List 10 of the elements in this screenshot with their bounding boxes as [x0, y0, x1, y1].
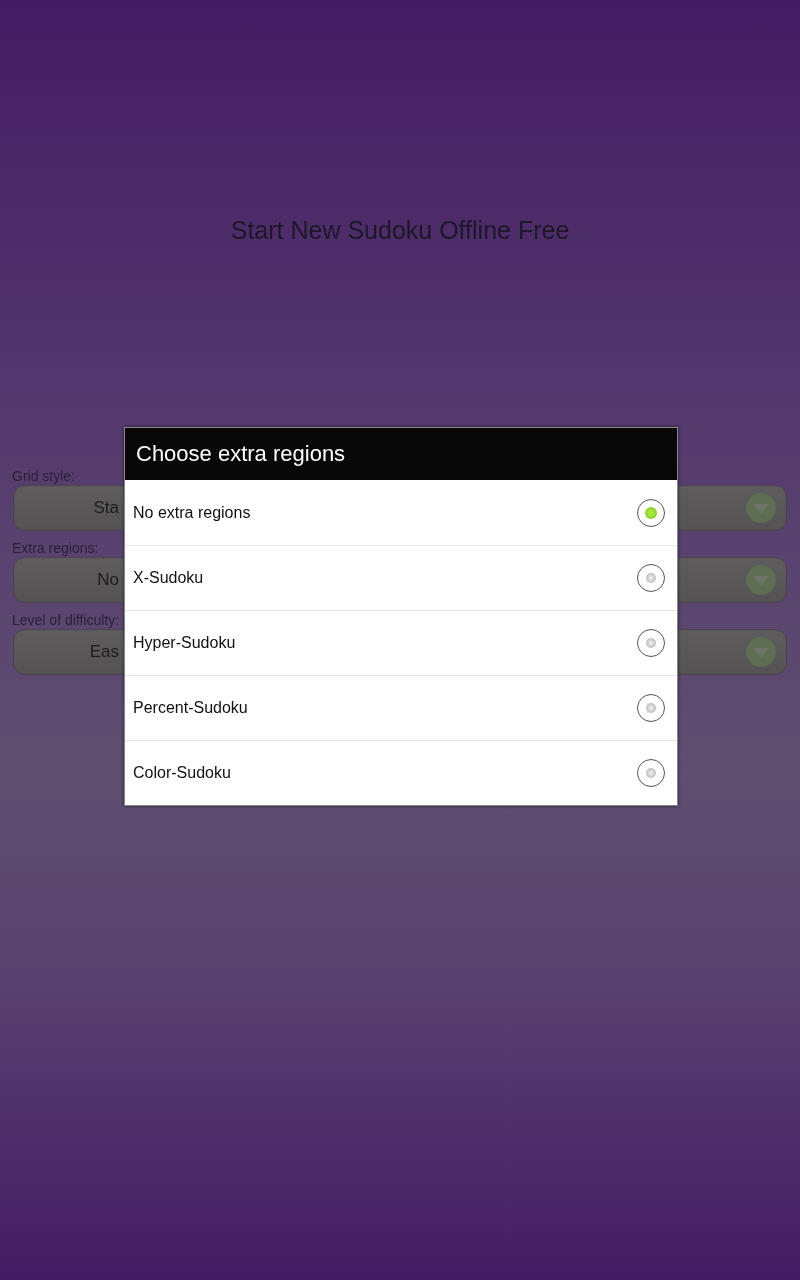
- field-label: Level of difficulty:: [12, 611, 121, 629]
- field-label: Extra regions:: [12, 539, 100, 557]
- option-row[interactable]: Color-Sudoku: [125, 740, 677, 805]
- option-row[interactable]: X-Sudoku: [125, 545, 677, 610]
- screen-title: Start New Sudoku Offline Free: [230, 216, 570, 245]
- option-row[interactable]: Hyper-Sudoku: [125, 610, 677, 675]
- option-row[interactable]: Percent-Sudoku: [125, 675, 677, 740]
- option-row[interactable]: No extra regions: [125, 480, 677, 545]
- field-label: Grid style:: [12, 467, 76, 485]
- dialog-title: Choose extra regions: [125, 428, 677, 480]
